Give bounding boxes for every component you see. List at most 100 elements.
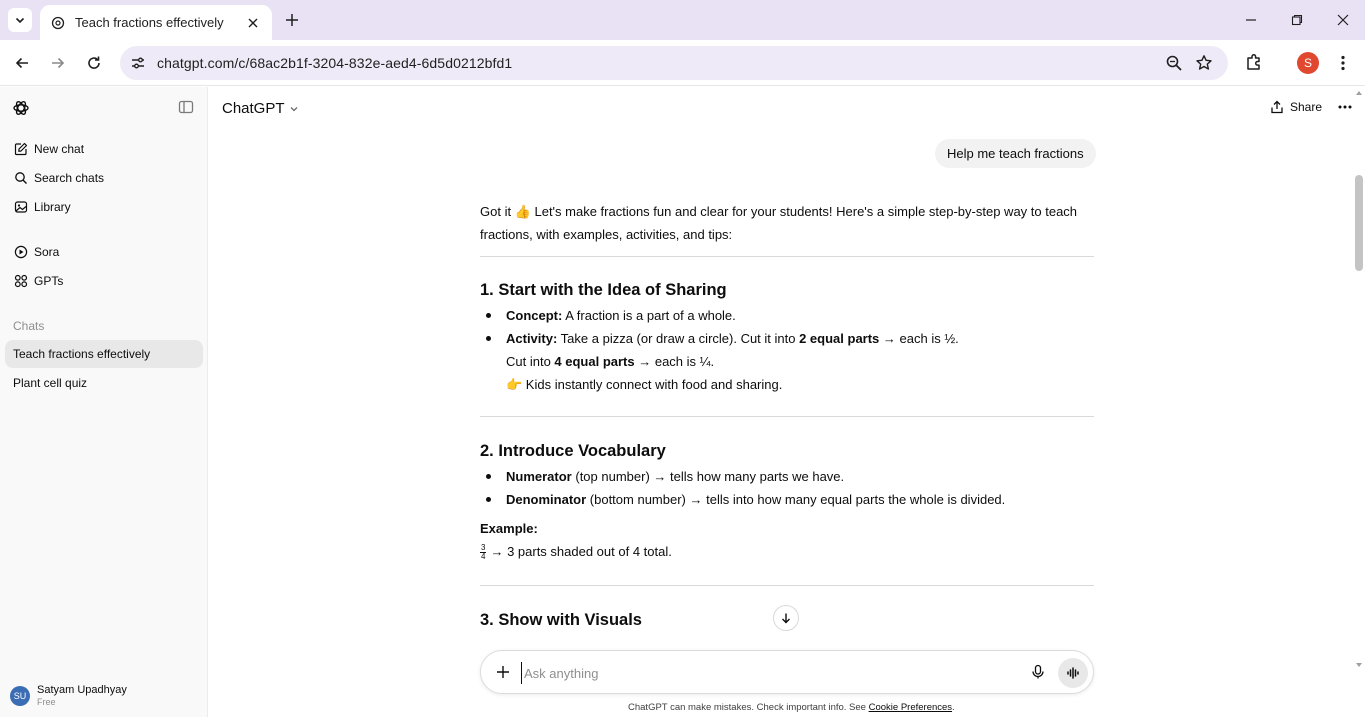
page-scrollbar[interactable] [1353,87,1365,717]
plus-icon [286,14,298,26]
divider [480,256,1094,257]
scrollbar-thumb[interactable] [1355,175,1363,271]
list-item-continuation: Cut into 4 equal parts → each is ¼. [506,354,715,369]
reload-button[interactable] [82,51,106,75]
minimize-button[interactable] [1241,10,1261,30]
extensions-icon[interactable] [1244,52,1266,74]
sidebar-item-new-chat[interactable]: New chat [6,135,202,163]
section-list: Numerator (top number) → tells how many … [480,465,1094,511]
sidebar-item-library[interactable]: Library [6,193,202,221]
pointing-emoji: 👉 [506,377,523,392]
scroll-down-arrow[interactable] [1356,663,1362,667]
close-icon [1337,14,1349,26]
arrow-left-icon [15,57,28,69]
user-name: Satyam Upadhyay [37,684,127,696]
sidebar-item-label: Library [34,200,71,214]
conversation-options-button[interactable] [1335,100,1355,114]
section-heading: 1. Start with the Idea of Sharing [480,281,727,299]
thumbs-up-emoji: 👍 [514,204,531,219]
arrow-right-icon [52,57,65,69]
back-button[interactable] [10,51,34,75]
user-message: Help me teach fractions [935,139,1096,168]
scroll-up-arrow[interactable] [1356,91,1362,95]
browser-menu-button[interactable] [1335,52,1351,74]
section-heading: 2. Introduce Vocabulary [480,442,666,460]
share-icon [1271,100,1283,114]
browser-tab-bar: Teach fractions effectively [0,0,1365,40]
reload-icon [88,56,100,69]
new-tab-button[interactable] [282,10,302,30]
assistant-message: Got it 👍 Let's make fractions fun and cl… [480,200,1094,631]
list-item-continuation: 👉 Kids instantly connect with food and s… [506,377,783,392]
message-composer [480,650,1094,694]
sidebar-item-gpts[interactable]: GPTs [6,267,202,295]
close-icon [248,18,258,27]
list-item: Numerator (top number) → tells how many … [480,465,1094,488]
tab-close-button[interactable] [244,14,262,32]
more-horizontal-icon [1338,105,1352,109]
user-plan: Free [37,697,56,707]
section-list: Concept: A fraction is a part of a whole… [480,304,1094,350]
grid-icon [14,274,28,288]
intro-paragraph: Got it 👍 Let's make fractions fun and cl… [480,204,1078,242]
minimize-icon [1246,19,1256,21]
arrow-down-icon [782,613,790,624]
search-icon [14,171,28,185]
avatar: SU [10,685,30,706]
voice-mode-button[interactable] [1058,658,1088,688]
plus-icon[interactable] [495,664,511,680]
main-panel: ChatGPT Share Help me teach fractions Go… [208,87,1365,717]
divider [480,416,1094,417]
restore-button[interactable] [1287,10,1307,30]
openai-logo-icon [50,15,66,31]
sidebar-item-search-chats[interactable]: Search chats [6,164,202,192]
example-label: Example: [480,521,538,536]
url-text[interactable]: chatgpt.com/c/68ac2b1f-3204-832e-aed4-6d… [157,55,512,71]
edit-icon [14,142,28,156]
bookmark-star-icon[interactable] [1195,54,1213,72]
tab-title: Teach fractions effectively [75,15,224,30]
chatgpt-logo-icon[interactable] [12,99,30,117]
divider [480,585,1094,586]
sidebar: New chat Search chats Library Sora GPTs … [0,87,208,717]
chevron-down-icon [290,106,297,111]
user-account-menu[interactable]: SU Satyam Upadhyay Free [10,684,127,707]
model-selector[interactable]: ChatGPT [222,100,299,117]
tab-search-button[interactable] [8,8,32,32]
list-item: Concept: A fraction is a part of a whole… [480,304,1094,327]
disclaimer: ChatGPT can make mistakes. Check importa… [628,702,955,713]
sidebar-toggle-icon[interactable] [178,99,196,117]
profile-avatar[interactable]: S [1297,52,1319,74]
chevron-down-icon [15,17,25,24]
list-item: Activity: Take a pizza (or draw a circle… [480,327,1094,350]
browser-toolbar: chatgpt.com/c/68ac2b1f-3204-832e-aed4-6d… [0,40,1365,86]
library-icon [14,200,28,214]
sidebar-item-label: GPTs [34,274,64,288]
share-button[interactable]: Share [1270,100,1322,114]
sidebar-item-label: Search chats [34,171,105,185]
restore-icon [1291,14,1303,26]
scroll-to-bottom-button[interactable] [773,605,799,631]
sidebar-item-label: New chat [34,142,85,156]
voice-waveform-icon [1067,667,1079,679]
cookie-preferences-link[interactable]: Cookie Preferences [869,702,952,713]
sidebar-item-label: Sora [34,245,60,259]
forward-button[interactable] [46,51,70,75]
zoom-icon[interactable] [1165,54,1183,72]
share-label: Share [1290,100,1323,114]
site-settings-icon[interactable] [129,54,147,72]
sidebar-item-sora[interactable]: Sora [6,238,202,266]
sidebar-chat-teach-fractions[interactable]: Teach fractions effectively [5,340,203,368]
microphone-icon[interactable] [1030,664,1046,680]
address-bar[interactable]: chatgpt.com/c/68ac2b1f-3204-832e-aed4-6d… [120,46,1228,80]
model-name: ChatGPT [222,100,285,117]
prompt-input[interactable] [521,662,1001,684]
list-item: Denominator (bottom number) → tells into… [480,488,1094,511]
more-vertical-icon [1341,55,1345,71]
close-window-button[interactable] [1333,10,1353,30]
sidebar-chat-plant-cell-quiz[interactable]: Plant cell quiz [5,369,203,397]
fraction: 34 [480,543,487,562]
browser-tab-active[interactable]: Teach fractions effectively [40,5,272,40]
play-circle-icon [14,245,28,259]
chats-section-label: Chats [13,319,45,333]
